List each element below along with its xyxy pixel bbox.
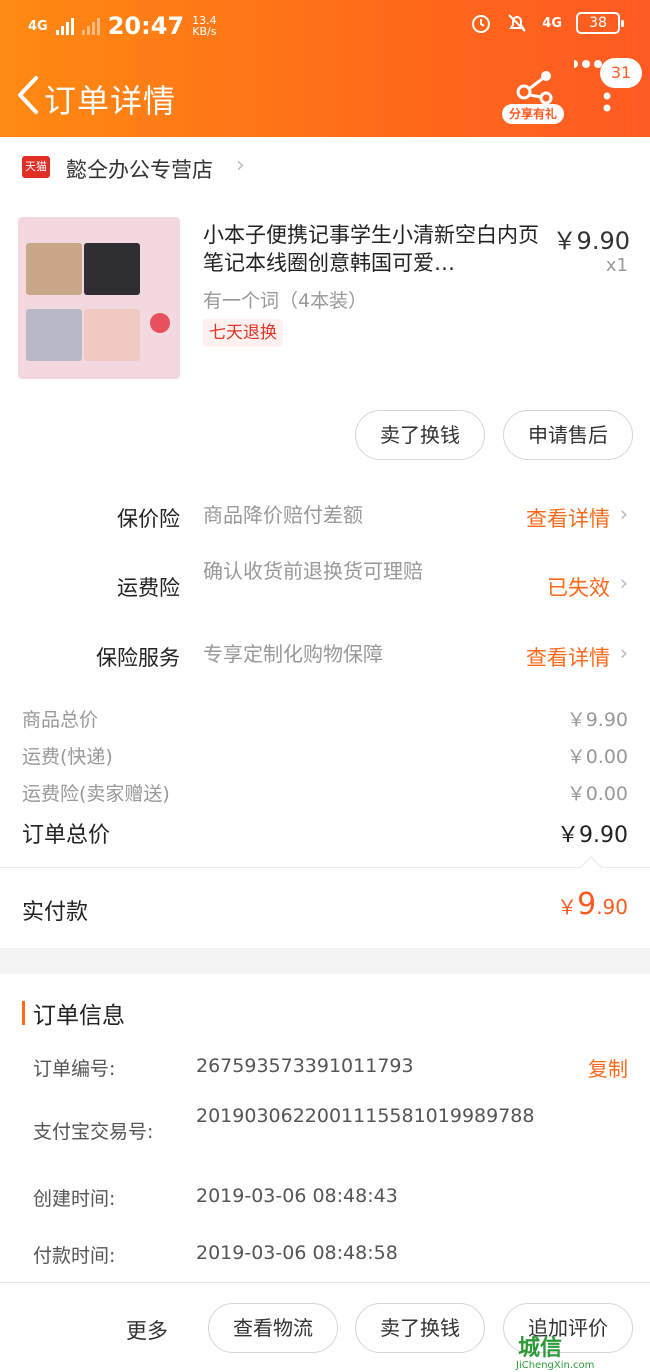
notebook-image-1 bbox=[26, 243, 82, 295]
copy-button[interactable]: 复制 bbox=[588, 1053, 628, 1082]
created-time-value: 2019-03-06 08:48:43 bbox=[196, 1185, 398, 1207]
network-speed-unit: KB/s bbox=[192, 25, 217, 38]
mute-bell-icon bbox=[508, 14, 526, 32]
fee-row-goods: 商品总价 ￥9.90 bbox=[0, 705, 650, 741]
insurance-desc: 商品降价赔付差额 bbox=[203, 503, 363, 527]
product-image[interactable] bbox=[18, 217, 180, 379]
product-spec: 有一个词（4本装） bbox=[203, 290, 368, 312]
network-type-left: 4G bbox=[28, 18, 48, 34]
insurance-action[interactable]: 查看详情 bbox=[526, 503, 610, 533]
chevron-right-icon: › bbox=[619, 641, 628, 665]
status-bar: 4G 20:47 13.4 KB/s 4G 38 bbox=[0, 0, 650, 52]
insurance-label: 保险服务 bbox=[96, 646, 180, 670]
status-time: 20:47 bbox=[107, 12, 185, 40]
paid-decimal: .90 bbox=[596, 895, 628, 919]
watermark-text: 城信 bbox=[518, 1336, 563, 1361]
insurance-desc: 专享定制化购物保障 bbox=[203, 642, 383, 666]
paid-integer: 9 bbox=[577, 887, 597, 922]
page-title: 订单详情 bbox=[44, 82, 177, 120]
section-accent-bar bbox=[22, 1001, 25, 1025]
divider bbox=[0, 867, 650, 868]
insurance-action[interactable]: 查看详情 bbox=[526, 642, 610, 672]
divider-notch-fill bbox=[581, 858, 601, 868]
order-number-label: 订单编号: bbox=[33, 1058, 116, 1080]
message-count-badge[interactable]: 31 bbox=[600, 58, 642, 88]
fee-value: ￥0.00 bbox=[566, 746, 628, 768]
nav-bar: 订单详情 分享有礼 31 bbox=[0, 52, 650, 137]
alipay-number-value: 2019030622001115581019989788 bbox=[196, 1105, 535, 1127]
battery-level: 38 bbox=[589, 15, 607, 31]
paid-currency: ￥ bbox=[557, 895, 578, 919]
return-policy-tag: 七天退换 bbox=[203, 319, 283, 347]
notebook-image-4 bbox=[84, 309, 140, 361]
paid-time-value: 2019-03-06 08:48:58 bbox=[196, 1242, 398, 1264]
signal-icon bbox=[55, 17, 74, 35]
order-info-title: 订单信息 bbox=[33, 1003, 125, 1029]
status-right: 4G 38 bbox=[470, 12, 624, 34]
product-title[interactable]: 小本子便携记事学生小清新空白内页笔记本线圈创意韩国可爱… bbox=[203, 221, 543, 277]
order-number-value: 267593573391011793 bbox=[196, 1055, 414, 1077]
order-info-card: 订单信息 订单编号: 267593573391011793 复制 支付宝交易号:… bbox=[0, 974, 650, 1282]
notebook-image-3 bbox=[26, 309, 82, 361]
more-button[interactable]: 更多 bbox=[126, 1315, 168, 1345]
alipay-number-label: 支付宝交易号: bbox=[33, 1121, 154, 1143]
fee-row-shipping-insurance: 运费险(卖家赠送) ￥0.00 bbox=[0, 779, 650, 815]
header: 4G 20:47 13.4 KB/s 4G 38 订单详情 分享有礼 31 bbox=[0, 0, 650, 137]
store-name: 懿仝办公专营店 bbox=[66, 158, 213, 182]
insurance-row-shipping[interactable]: 运费险 确认收货前退换货可理赔 已失效 › bbox=[0, 559, 650, 619]
fee-label: 运费险(卖家赠送) bbox=[22, 783, 170, 805]
package-art bbox=[148, 247, 172, 337]
order-info-header: 订单信息 bbox=[22, 1000, 125, 1029]
insurance-row-service[interactable]: 保险服务 专享定制化购物保障 查看详情 › bbox=[0, 637, 650, 697]
tmall-badge: 天猫 bbox=[22, 156, 50, 178]
network-type-right: 4G bbox=[542, 15, 562, 31]
status-left: 4G 20:47 13.4 KB/s bbox=[28, 12, 217, 40]
insurance-desc: 确认收货前退换货可理赔 bbox=[203, 559, 423, 583]
order-total-label: 订单总价 bbox=[22, 823, 111, 848]
watermark-url: JiChengXin.com bbox=[516, 1360, 595, 1371]
signal-secondary-icon bbox=[81, 17, 100, 35]
fee-value: ￥9.90 bbox=[566, 709, 628, 731]
paid-label: 实付款 bbox=[22, 900, 89, 925]
chevron-right-icon: › bbox=[619, 502, 628, 526]
product-price: ￥9.90 bbox=[552, 227, 630, 255]
product-quantity: x1 bbox=[605, 255, 628, 276]
network-speed: 13.4 KB/s bbox=[192, 15, 217, 37]
after-sale-button[interactable]: 申请售后 bbox=[503, 410, 633, 460]
order-total-value: ￥9.90 bbox=[557, 823, 628, 848]
sell-button-bottom[interactable]: 卖了换钱 bbox=[355, 1303, 485, 1353]
chevron-right-icon: › bbox=[236, 153, 245, 178]
fee-row-shipping: 运费(快递) ￥0.00 bbox=[0, 742, 650, 778]
insurance-row-price-protect[interactable]: 保价险 商品降价赔付差额 查看详情 › bbox=[0, 498, 650, 558]
site-watermark: 城信 JiChengXin.com bbox=[514, 1330, 644, 1371]
fee-label: 商品总价 bbox=[22, 709, 99, 731]
battery-icon: 38 bbox=[576, 12, 624, 34]
share-button[interactable]: 分享有礼 bbox=[500, 68, 566, 128]
insurance-label: 运费险 bbox=[117, 576, 180, 600]
chevron-right-icon: › bbox=[619, 571, 628, 595]
paid-time-label: 付款时间: bbox=[33, 1245, 116, 1267]
back-arrow-icon[interactable] bbox=[8, 70, 48, 120]
view-logistics-button[interactable]: 查看物流 bbox=[208, 1303, 338, 1353]
insurance-action[interactable]: 已失效 bbox=[547, 572, 610, 602]
fee-row-order-total: 订单总价 ￥9.90 bbox=[0, 817, 650, 857]
fee-value: ￥0.00 bbox=[566, 783, 628, 805]
alarm-icon bbox=[472, 15, 491, 33]
share-icon bbox=[516, 71, 553, 105]
sell-button[interactable]: 卖了换钱 bbox=[355, 410, 485, 460]
store-row[interactable]: 天猫 懿仝办公专营店 › bbox=[0, 137, 650, 197]
share-label: 分享有礼 bbox=[502, 104, 564, 124]
created-time-label: 创建时间: bbox=[33, 1188, 116, 1210]
insurance-label: 保价险 bbox=[117, 507, 180, 531]
fee-label: 运费(快递) bbox=[22, 746, 113, 768]
notebook-image-2 bbox=[84, 243, 140, 295]
order-card: 天猫 懿仝办公专营店 › 小本子便携记事学生小清新空白内页笔记本线圈创意韩国可爱… bbox=[0, 137, 650, 948]
paid-amount: ￥9.90 bbox=[557, 887, 628, 922]
